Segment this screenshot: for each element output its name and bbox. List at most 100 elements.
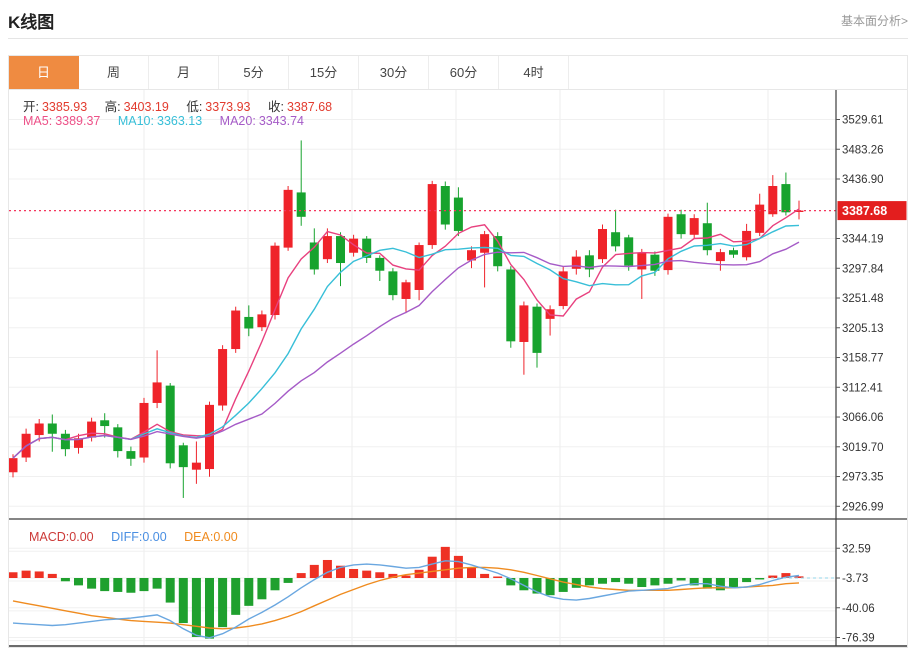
macd-bar (113, 578, 122, 592)
macd-bar (467, 567, 476, 578)
axis-tick-label: 3112.41 (842, 382, 883, 394)
axis-tick-label: 32.59 (842, 543, 871, 555)
tab-30min[interactable]: 30分 (359, 56, 429, 89)
macd-bar (22, 571, 31, 578)
ma-readout: MA5:3389.37 MA10:3363.13 MA20:3343.74 (23, 114, 307, 128)
axis-tick-label: -40.06 (842, 603, 875, 615)
fundamental-analysis-link[interactable]: 基本面分析> (841, 12, 908, 29)
tab-day[interactable]: 日 (9, 56, 79, 89)
axis-tick-label: 2973.35 (842, 472, 884, 484)
candle (284, 190, 293, 248)
macd-value: MACD:0.00 (29, 530, 94, 544)
ma20-value: 3343.74 (259, 114, 304, 128)
tab-60min[interactable]: 60分 (429, 56, 499, 89)
macd-bar (140, 578, 149, 591)
ma20-label: MA20: (220, 114, 256, 128)
macd-bar (166, 578, 175, 603)
macd-bar (454, 556, 463, 578)
ma10-value: 3363.13 (157, 114, 202, 128)
ma5-line (13, 209, 799, 458)
axis-tick-label: 3205.13 (842, 323, 884, 335)
axis-tick-label: -76.39 (842, 633, 875, 645)
macd-bar (585, 578, 594, 585)
axis-tick-label: 3251.48 (842, 293, 884, 305)
ma5-label: MA5: (23, 114, 52, 128)
kline-page: K线图 基本面分析> 日 周 月 5分 15分 30分 60分 4时 开:338… (0, 0, 916, 651)
axis-tick-label: 2926.99 (842, 501, 884, 513)
candle (428, 184, 437, 245)
tab-month[interactable]: 月 (149, 56, 219, 89)
ma5-value: 3389.37 (55, 114, 100, 128)
macd-bar (546, 578, 555, 595)
candle (729, 250, 738, 254)
macd-bar (48, 574, 57, 578)
axis-tick-label: 3344.19 (842, 234, 884, 246)
low-value: 3373.93 (205, 100, 250, 114)
candle (349, 239, 358, 253)
candle (87, 422, 96, 438)
kline-chart-canvas[interactable]: 开:3385.93 高:3403.19 低:3373.93 收:3387.68 … (9, 90, 907, 647)
candle (598, 229, 607, 259)
ma10-label: MA10: (118, 114, 154, 128)
axis-tick-label: 3066.06 (842, 412, 884, 424)
macd-bar (480, 574, 489, 578)
candle (480, 234, 489, 253)
candle (179, 445, 188, 467)
macd-bar (244, 578, 253, 606)
candle (271, 246, 280, 315)
macd-bar (611, 578, 620, 582)
tab-4hour[interactable]: 4时 (499, 56, 569, 89)
candle (781, 184, 790, 212)
macd-bar (100, 578, 109, 591)
ma20-line (13, 242, 799, 458)
tab-week[interactable]: 周 (79, 56, 149, 89)
candle (323, 236, 332, 259)
candle (755, 205, 764, 233)
macd-bar (231, 578, 240, 615)
macd-bar (598, 578, 607, 584)
macd-bar (755, 578, 764, 580)
candle (690, 218, 699, 235)
axis-tick-label: 3436.90 (842, 174, 884, 186)
open-label: 开: (23, 100, 39, 114)
axis-tick-label: 3483.26 (842, 144, 884, 156)
candle (297, 192, 306, 216)
axis-tick-label: -3.73 (842, 573, 868, 585)
macd-bar (742, 578, 751, 582)
candle (572, 257, 581, 269)
candle (402, 282, 411, 299)
macd-bar (9, 572, 18, 578)
candle (166, 386, 175, 464)
macd-bar (205, 578, 214, 639)
candle (113, 427, 122, 451)
macd-bar (323, 560, 332, 578)
candle (375, 258, 384, 271)
current-price-tag: 3387.68 (838, 201, 907, 220)
ohlc-readout: 开:3385.93 高:3403.19 低:3373.93 收:3387.68 (23, 96, 335, 115)
candle (388, 271, 397, 295)
macd-bar (310, 565, 319, 578)
macd-bar (375, 572, 384, 578)
macd-bar (179, 578, 188, 623)
macd-bar (349, 569, 358, 578)
axis-tick-label: 3297.84 (842, 263, 884, 275)
candle (218, 349, 227, 405)
macd-bar (126, 578, 135, 593)
current-price-tag-text: 3387.68 (842, 204, 887, 218)
candle (441, 186, 450, 225)
axis-tick-label: 3158.77 (842, 353, 884, 365)
gridlines (9, 90, 836, 646)
candle (126, 451, 135, 459)
macd-bar (624, 578, 633, 584)
macd-bar (284, 578, 293, 583)
close-label: 收: (268, 100, 284, 114)
tab-15min[interactable]: 15分 (289, 56, 359, 89)
candle (61, 434, 70, 449)
candle (533, 307, 542, 353)
tab-5min[interactable]: 5分 (219, 56, 289, 89)
candle (677, 214, 686, 234)
macd-bar (362, 571, 371, 578)
page-title: K线图 (8, 8, 54, 33)
macd-bar (650, 578, 659, 585)
candle (624, 237, 633, 265)
